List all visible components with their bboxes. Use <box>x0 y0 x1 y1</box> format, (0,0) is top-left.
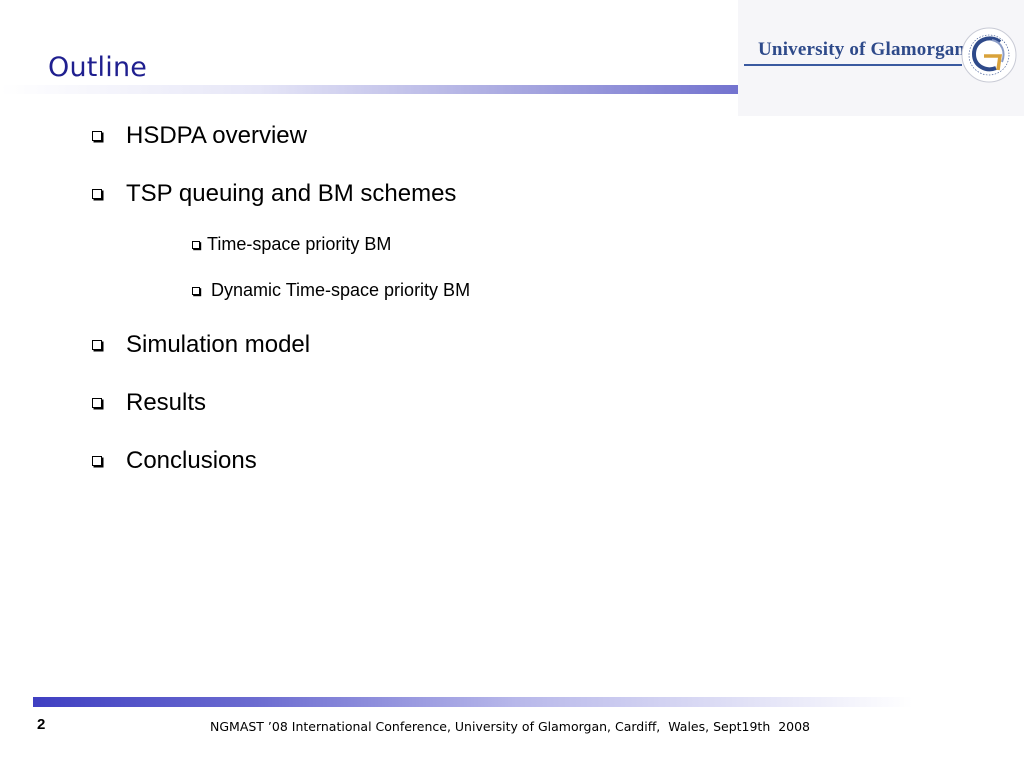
logo-text: University of Glamorgan <box>758 39 966 60</box>
bullet-item: TSP queuing and BM schemes <box>92 180 456 208</box>
title-divider <box>0 85 738 94</box>
square-bullet-icon <box>92 131 102 141</box>
bullet-item: Results <box>92 389 206 417</box>
bullet-text: Results <box>126 389 207 416</box>
logo-underline <box>744 64 962 66</box>
bullet-text: Time-space priority BM <box>207 234 392 254</box>
sub-bullet-item: Time-space priority BM <box>192 234 391 255</box>
footer-text: NGMAST ’08 International Conference, Uni… <box>210 719 811 734</box>
bullet-text: HSDPA overview <box>126 122 307 149</box>
seal-icon <box>961 27 1017 83</box>
page-number: 2 <box>37 716 46 733</box>
footer-divider <box>33 697 913 707</box>
sub-bullet-item: Dynamic Time-space priority BM <box>192 280 470 301</box>
bullet-text: Conclusions <box>126 447 257 474</box>
slide-title: Outline <box>48 52 148 83</box>
square-bullet-icon <box>92 189 102 199</box>
square-bullet-icon <box>92 456 102 466</box>
university-logo: University of Glamorgan <box>738 0 1024 116</box>
square-bullet-icon <box>92 340 102 350</box>
bullet-item: Simulation model <box>92 331 310 359</box>
square-bullet-icon <box>192 286 200 295</box>
bullet-text: Simulation model <box>126 331 311 358</box>
square-bullet-icon <box>192 240 200 249</box>
bullet-text: Dynamic Time-space priority BM <box>211 280 471 300</box>
bullet-item: Conclusions <box>92 447 257 475</box>
square-bullet-icon <box>92 398 102 408</box>
bullet-text: TSP queuing and BM schemes <box>126 180 457 207</box>
bullet-item: HSDPA overview <box>92 122 307 150</box>
